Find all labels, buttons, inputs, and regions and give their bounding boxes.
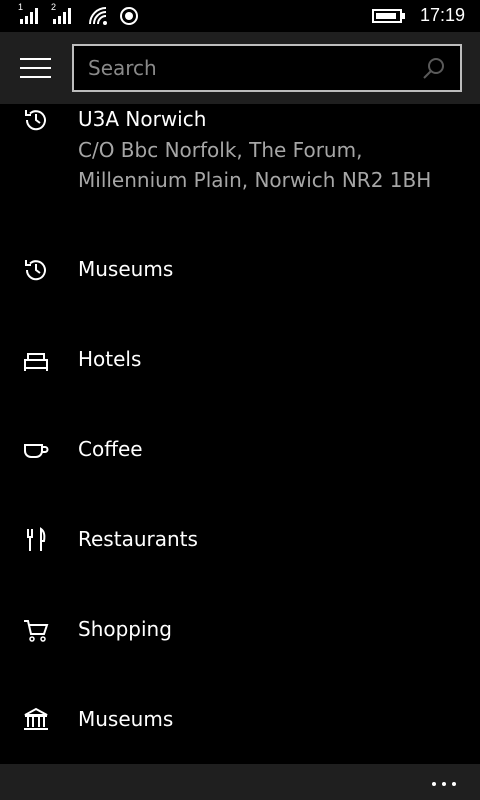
clock-time: 17:19 xyxy=(420,5,466,25)
history-icon xyxy=(25,110,46,131)
more-options-button[interactable] xyxy=(432,772,458,792)
search-header xyxy=(0,32,480,104)
signal-strength-icon xyxy=(20,8,38,24)
places-list: U3A Norwich C/O Bbc Norfolk, The Forum, … xyxy=(0,104,480,764)
search-box[interactable] xyxy=(72,44,462,92)
museum-building-icon xyxy=(24,707,48,730)
signal-strength-icon xyxy=(53,8,71,24)
signal-sim2-indicator: 2 xyxy=(51,3,73,24)
bed-icon xyxy=(24,353,48,371)
location-active-icon xyxy=(120,7,138,25)
search-input[interactable] xyxy=(88,46,408,90)
list-item-label: U3A Norwich xyxy=(78,107,207,131)
list-item-u3a-norwich[interactable]: U3A Norwich C/O Bbc Norfolk, The Forum, … xyxy=(0,104,480,204)
address-line-1: C/O Bbc Norfolk, The Forum, xyxy=(78,138,363,162)
list-item-label: Hotels xyxy=(78,347,142,371)
wifi-icon xyxy=(89,7,107,25)
app-bar xyxy=(0,764,480,800)
list-item-label: Shopping xyxy=(78,617,172,641)
address-line-2: Millennium Plain, Norwich NR2 1BH xyxy=(78,168,432,192)
list-item-label: Coffee xyxy=(78,437,143,461)
fork-knife-icon xyxy=(27,527,46,551)
maps-screen: 1 2 17:19 Search U3A Norwich C/O Bbc Nor… xyxy=(0,0,480,800)
list-item-restaurants[interactable]: Restaurants xyxy=(0,522,480,562)
list-item-label: Restaurants xyxy=(78,527,198,551)
shopping-cart-icon xyxy=(24,620,49,642)
list-item-coffee[interactable]: Coffee xyxy=(0,432,480,472)
list-item-label: Museums xyxy=(78,707,174,731)
list-item-museums-recent[interactable]: Museums xyxy=(0,252,480,292)
status-bar: 1 2 17:19 xyxy=(0,0,480,32)
coffee-cup-icon xyxy=(24,444,49,458)
battery-icon xyxy=(372,9,405,23)
list-item-label: Museums xyxy=(78,257,174,281)
signal-sim1-indicator: 1 xyxy=(18,3,40,24)
list-item-hotels[interactable]: Hotels xyxy=(0,342,480,382)
list-item-shopping[interactable]: Shopping xyxy=(0,612,480,652)
hamburger-menu-button[interactable] xyxy=(20,58,51,80)
list-item-museums[interactable]: Museums xyxy=(0,702,480,742)
search-icon[interactable] xyxy=(422,56,446,80)
history-icon xyxy=(25,260,46,281)
